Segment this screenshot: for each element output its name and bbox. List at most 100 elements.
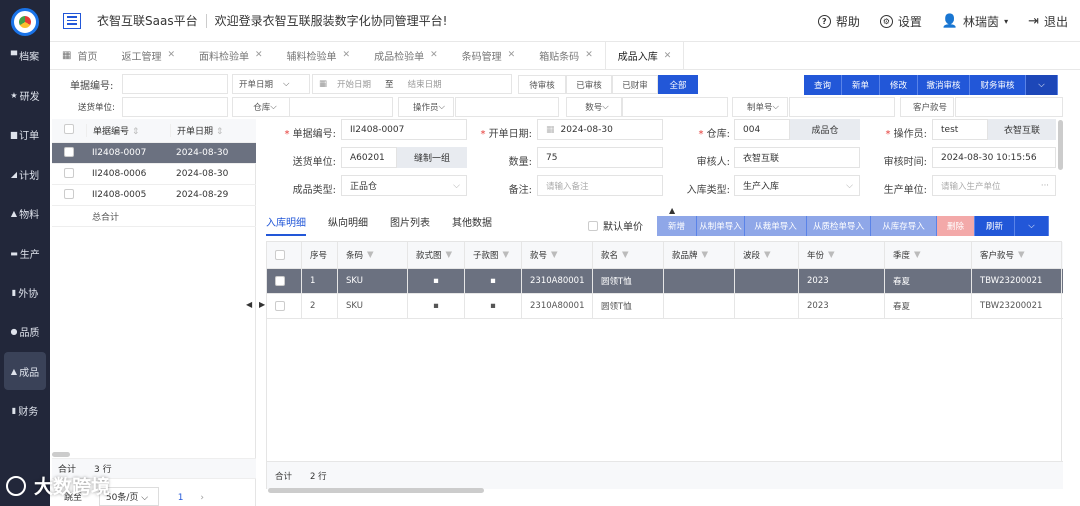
form-type-select[interactable]: 正品仓 ⌵ [341,175,467,196]
detail-action-1[interactable]: 从制单导入 [697,216,745,236]
tab-5[interactable]: 条码管理 ✕ [450,41,528,69]
tab-0[interactable]: ▦ 首页 [50,41,109,69]
expand-arrows[interactable]: ▶ [259,300,265,309]
detail-select-all-checkbox[interactable] [275,250,285,260]
action-button-4[interactable]: 财务审核 [970,75,1026,95]
close-icon[interactable]: ✕ [585,50,593,60]
menu-toggle-icon[interactable] [63,12,81,29]
detail-action-4[interactable]: 从库存导入 [871,216,937,236]
detail-header-1[interactable]: 条码 ▼ [338,242,408,268]
filter-qty-input[interactable] [622,97,728,117]
pager-current-page[interactable]: 1 [178,493,184,503]
tab-7[interactable]: 成品入库 ✕ [604,41,685,69]
filter-icon[interactable]: ▼ [914,250,921,260]
list-item[interactable]: II2408-0007 2024-08-30 [52,143,256,164]
form-prod-input[interactable]: 请输入生产单位 ··· [932,175,1056,196]
detail-more-button[interactable]: ⌵ [1015,216,1049,236]
detail-action-0[interactable]: 新增 [657,216,697,236]
row-checkbox[interactable] [64,188,74,199]
row-checkbox[interactable] [275,301,285,311]
form-in-type-select[interactable]: 生产入库 ⌵ [734,175,860,196]
form-wh-name[interactable]: 成品仓 [790,119,860,140]
list-item[interactable]: II2408-0006 2024-08-30 [52,164,256,185]
filter-customer-no-input[interactable] [955,97,1063,117]
close-icon[interactable]: ✕ [167,50,175,60]
form-reviewer[interactable]: 衣智互联 [734,147,860,168]
status-filter-2[interactable]: 已财审 [612,75,658,94]
filter-qty-select[interactable]: 数号 ⌵ [566,97,622,117]
filter-icon[interactable]: ▼ [446,250,453,260]
close-icon[interactable]: ✕ [343,50,351,60]
detail-action-3[interactable]: 从质检单导入 [807,216,871,236]
default-price-checkbox[interactable] [588,220,598,231]
action-more-button[interactable]: ⌵ [1026,75,1058,95]
list-item[interactable]: II2408-0005 2024-08-29 [52,185,256,206]
form-op[interactable]: test [932,119,988,140]
action-button-3[interactable]: 撤消审核 [918,75,970,95]
filter-maker-input[interactable] [789,97,895,117]
filter-date-select[interactable]: 开单日期 ⌵ [232,74,310,94]
tab-6[interactable]: 箱贴条码 ✕ [527,41,605,69]
collapse-up-icon[interactable]: ▲ [669,206,675,215]
sidebar-item-4[interactable]: ▲ 物料 [0,194,50,232]
subtab-3[interactable]: 其他数据 [452,214,492,236]
left-scrollbar[interactable] [52,452,70,457]
subtab-0[interactable]: 入库明细 [266,214,306,236]
form-sup-name[interactable]: 缝制一组 [397,147,467,168]
detail-header-0[interactable]: 序号 [302,242,338,268]
subtab-2[interactable]: 图片列表 [390,214,430,236]
form-qty[interactable]: 75 [537,147,663,168]
filter-icon[interactable]: ▼ [702,250,709,260]
status-filter-1[interactable]: 已审核 [566,75,612,94]
settings-button[interactable]: ⚙ 设置 [879,13,922,30]
detail-header-4[interactable]: 款号 ▼ [522,242,593,268]
filter-icon[interactable]: ▼ [551,250,558,260]
action-button-1[interactable]: 新单 [842,75,880,95]
logout-button[interactable]: ⇥ 退出 [1028,13,1068,30]
detail-header-10[interactable]: 客户款号 ▼ [972,242,1062,268]
filter-warehouse-select[interactable]: 仓库 ⌵ [232,97,292,117]
help-button[interactable]: ? 帮助 [817,13,860,30]
detail-row[interactable]: 2 SKU ▪ ▪ 2310A80001 圆领T恤 2023 春夏 TBW23200021 [267,294,1063,319]
image-icon[interactable]: ▪ [490,301,496,311]
status-filter-3[interactable]: 全部 [658,75,698,94]
close-icon[interactable]: ✕ [508,50,516,60]
filter-operator-input[interactable] [455,97,559,117]
detail-header-9[interactable]: 季度 ▼ [885,242,972,268]
sidebar-item-9[interactable]: ▮ 财务 [0,391,50,429]
status-filter-0[interactable]: 待审核 [518,75,566,94]
filter-icon[interactable]: ▼ [828,250,835,260]
sidebar-item-7[interactable]: ● 品质 [0,312,50,350]
close-icon[interactable]: ✕ [664,51,672,61]
form-doc-no[interactable]: II2408-0007 [341,119,467,140]
close-icon[interactable]: ✕ [255,50,263,60]
filter-operator-select[interactable]: 操作员 ⌵ [398,97,454,117]
form-sup-code[interactable]: A60201 [341,147,397,168]
image-icon[interactable]: ▪ [490,276,496,286]
filter-supplier-input[interactable] [122,97,228,117]
detail-action-5[interactable]: 删除 [937,216,975,236]
form-date[interactable]: ▦ 2024-08-30 [537,119,663,140]
row-checkbox[interactable] [64,167,74,178]
action-button-2[interactable]: 修改 [880,75,918,95]
detail-header-7[interactable]: 波段 ▼ [735,242,799,268]
default-price-option[interactable]: 默认单价 [588,218,643,233]
action-button-0[interactable]: 查询 [804,75,842,95]
sidebar-item-2[interactable]: ▆ 订单 [0,115,50,153]
list-header-date[interactable]: 开单日期 ⇕ [170,124,256,137]
user-menu[interactable]: 👤 林瑞茵 ▾ [942,13,1008,30]
detail-header-3[interactable]: 子款图 ▼ [465,242,522,268]
row-checkbox[interactable] [275,276,285,286]
image-icon[interactable]: ▪ [433,276,439,286]
filter-icon[interactable]: ▼ [367,250,374,260]
detail-header-8[interactable]: 年份 ▼ [799,242,885,268]
form-note-input[interactable]: 请输入备注 [537,175,663,196]
detail-row[interactable]: 1 SKU ▪ ▪ 2310A80001 圆领T恤 2023 春夏 TBW23200021 [267,269,1063,294]
form-wh-code[interactable]: 004 [734,119,790,140]
list-header-doc-no[interactable]: 单据编号 ⇕ [86,124,170,137]
sidebar-item-6[interactable]: ▮ 外协 [0,273,50,311]
filter-icon[interactable]: ▼ [503,250,510,260]
form-op-org[interactable]: 衣智互联 [988,119,1056,140]
detail-action-2[interactable]: 从裁单导入 [745,216,807,236]
filter-icon[interactable]: ▼ [1018,250,1025,260]
